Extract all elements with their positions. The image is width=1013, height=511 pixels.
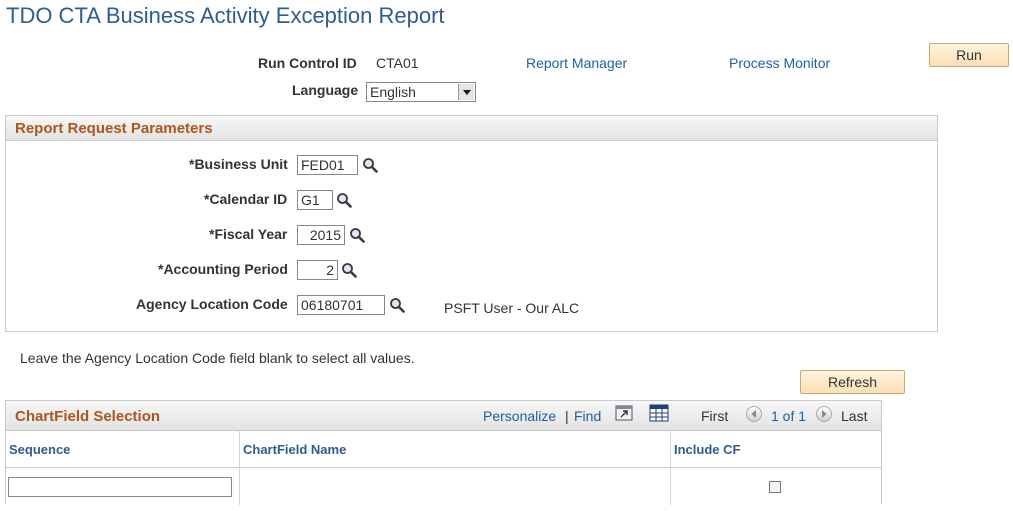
view-all-icon[interactable] bbox=[615, 405, 633, 421]
report-manager-link[interactable]: Report Manager bbox=[526, 55, 627, 71]
personalize-link[interactable]: Personalize bbox=[483, 408, 556, 424]
find-link[interactable]: Find bbox=[574, 408, 601, 424]
calendar-id-label: *Calendar ID bbox=[204, 191, 288, 207]
grid-header: ChartField Selection Personalize | Find … bbox=[6, 401, 881, 431]
column-header-sequence: Sequence bbox=[6, 430, 240, 468]
chevron-down-icon[interactable] bbox=[458, 84, 474, 100]
separator: | bbox=[565, 408, 569, 424]
include-cf-cell bbox=[671, 468, 881, 505]
run-control-label: Run Control ID bbox=[258, 55, 357, 71]
accounting-period-label: *Accounting Period bbox=[158, 261, 288, 277]
run-button[interactable]: Run bbox=[929, 43, 1009, 67]
process-monitor-link[interactable]: Process Monitor bbox=[729, 55, 830, 71]
chartfield-selection-grid: ChartField Selection Personalize | Find … bbox=[5, 400, 882, 505]
first-label: First bbox=[701, 408, 729, 424]
business-unit-input[interactable]: FED01 bbox=[297, 155, 358, 175]
magnifier-icon bbox=[342, 263, 357, 278]
magnifier-icon bbox=[363, 158, 378, 173]
page-range: 1 of 1 bbox=[771, 408, 807, 424]
fiscal-year-input[interactable]: 2015 bbox=[297, 225, 345, 245]
page-title: TDO CTA Business Activity Exception Repo… bbox=[6, 3, 445, 28]
info-note: Leave the Agency Location Code field bla… bbox=[20, 350, 415, 366]
download-spreadsheet-icon[interactable] bbox=[649, 404, 669, 422]
sequence-input[interactable] bbox=[8, 477, 232, 497]
last-label: Last bbox=[841, 408, 868, 424]
calendar-id-lookup[interactable] bbox=[336, 192, 352, 208]
next-icon[interactable] bbox=[816, 406, 832, 422]
magnifier-icon bbox=[337, 193, 352, 208]
previous-icon[interactable] bbox=[746, 406, 762, 422]
column-header-include-cf: Include CF bbox=[671, 430, 881, 468]
calendar-id-input[interactable]: G1 bbox=[297, 190, 333, 210]
language-select-value: English bbox=[370, 84, 416, 100]
magnifier-icon bbox=[350, 228, 365, 243]
fiscal-year-label: *Fiscal Year bbox=[209, 226, 288, 242]
language-label: Language bbox=[292, 82, 359, 98]
include-cf-checkbox[interactable] bbox=[769, 481, 781, 493]
accounting-period-lookup[interactable] bbox=[341, 262, 357, 278]
grid-title: ChartField Selection bbox=[15, 408, 161, 425]
group-header: Report Request Parameters bbox=[6, 116, 937, 141]
magnifier-icon bbox=[390, 298, 405, 313]
column-header-chartfield-name: ChartField Name bbox=[240, 430, 671, 468]
refresh-button[interactable]: Refresh bbox=[800, 370, 905, 394]
alc-label: Agency Location Code bbox=[136, 296, 288, 312]
business-unit-label: *Business Unit bbox=[189, 156, 288, 172]
business-unit-lookup[interactable] bbox=[362, 157, 378, 173]
alc-description: PSFT User - Our ALC bbox=[444, 300, 580, 316]
language-select[interactable]: English bbox=[366, 82, 476, 102]
table-row bbox=[6, 468, 240, 505]
run-control-value: CTA01 bbox=[376, 55, 419, 71]
alc-lookup[interactable] bbox=[389, 297, 405, 313]
alc-input[interactable]: 06180701 bbox=[297, 295, 385, 315]
section-title: Report Request Parameters bbox=[15, 120, 213, 137]
chartfield-name-cell bbox=[240, 468, 671, 505]
fiscal-year-lookup[interactable] bbox=[349, 227, 365, 243]
accounting-period-input[interactable]: 2 bbox=[297, 260, 338, 280]
